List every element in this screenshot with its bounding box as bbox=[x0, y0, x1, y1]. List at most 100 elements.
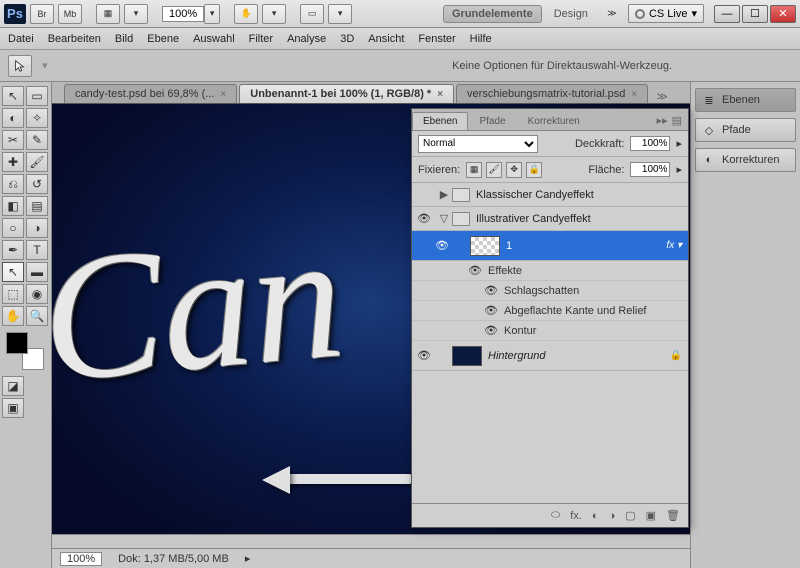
visibility-icon[interactable]: 👁 bbox=[412, 212, 436, 225]
layer-hintergrund[interactable]: 👁 Hintergrund 🔒 bbox=[412, 341, 688, 371]
lock-transparency-icon[interactable]: ▦ bbox=[466, 162, 482, 178]
layers-panel[interactable]: Ebenen Pfade Korrekturen ▸▸▤ Normal Deck… bbox=[411, 108, 689, 528]
visibility-icon[interactable]: 👁 bbox=[484, 284, 498, 297]
status-zoom[interactable]: 100% bbox=[60, 552, 102, 566]
window-close[interactable]: ✕ bbox=[770, 5, 796, 23]
effect-schlagschatten[interactable]: 👁Schlagschatten bbox=[412, 281, 688, 301]
effects-header[interactable]: 👁Effekte bbox=[412, 261, 688, 281]
menu-bild[interactable]: Bild bbox=[115, 33, 133, 45]
delete-layer-icon[interactable]: 🗑 bbox=[666, 509, 680, 522]
link-layers-icon[interactable]: ⬭ bbox=[551, 509, 560, 522]
lock-position-icon[interactable]: ✥ bbox=[506, 162, 522, 178]
window-maximize[interactable]: ☐ bbox=[742, 5, 768, 23]
window-minimize[interactable]: — bbox=[714, 5, 740, 23]
view-dropdown[interactable]: ▾ bbox=[124, 4, 148, 24]
menu-ebene[interactable]: Ebene bbox=[147, 33, 179, 45]
bridge-button[interactable]: Br bbox=[30, 4, 54, 24]
close-icon[interactable]: × bbox=[437, 89, 443, 100]
horizontal-scrollbar[interactable] bbox=[52, 534, 690, 548]
layers-tab[interactable]: Ebenen bbox=[412, 112, 468, 130]
workspace-design[interactable]: Design bbox=[546, 6, 596, 22]
menu-ansicht[interactable]: Ansicht bbox=[368, 33, 404, 45]
zoom-display[interactable]: 100% bbox=[162, 6, 204, 22]
tab-verschiebungsmatrix[interactable]: verschiebungsmatrix-tutorial.psd× bbox=[456, 84, 648, 103]
zoom-dropdown[interactable]: ▾ bbox=[204, 4, 220, 24]
camera-tool[interactable]: ◉ bbox=[26, 284, 48, 304]
fill-input[interactable] bbox=[630, 162, 670, 177]
fx-badge[interactable]: fx ▾ bbox=[666, 240, 682, 251]
layer-thumbnail[interactable] bbox=[452, 346, 482, 366]
foreground-color[interactable] bbox=[6, 332, 28, 354]
close-icon[interactable]: × bbox=[631, 89, 637, 100]
blur-tool[interactable]: ○ bbox=[2, 218, 24, 238]
status-dropdown-icon[interactable]: ▸ bbox=[245, 552, 251, 565]
layer-1[interactable]: 👁 1 fx ▾ bbox=[412, 231, 688, 261]
screenmode-tool[interactable]: ▣ bbox=[2, 398, 24, 418]
menu-datei[interactable]: Datei bbox=[8, 33, 34, 45]
layer-fx-icon[interactable]: fx. bbox=[570, 510, 582, 522]
panel-ebenen-button[interactable]: ≣ Ebenen bbox=[695, 88, 796, 112]
visibility-icon[interactable]: 👁 bbox=[430, 239, 454, 252]
visibility-icon[interactable]: 👁 bbox=[468, 264, 482, 277]
cslive-button[interactable]: CS Live ▾ bbox=[628, 4, 704, 23]
gradient-tool[interactable]: ▤ bbox=[26, 196, 48, 216]
panel-pfade-button[interactable]: ◇ Pfade bbox=[695, 118, 796, 142]
menu-fenster[interactable]: Fenster bbox=[418, 33, 455, 45]
brush-tool[interactable]: 🖌 bbox=[26, 152, 48, 172]
visibility-icon[interactable]: 👁 bbox=[484, 304, 498, 317]
quickmask-tool[interactable]: ◪ bbox=[2, 376, 24, 396]
lock-all-icon[interactable]: 🔒 bbox=[526, 162, 542, 178]
zoom-tool[interactable]: 🔍 bbox=[26, 306, 48, 326]
adjustments-tab[interactable]: Korrekturen bbox=[517, 112, 591, 130]
adjustment-layer-icon[interactable]: ◑ bbox=[609, 510, 616, 522]
dodge-tool[interactable]: ◑ bbox=[26, 218, 48, 238]
expand-icon[interactable]: ▽ bbox=[436, 212, 452, 225]
panel-menu-icon[interactable]: ▤ bbox=[672, 114, 682, 127]
crop-tool[interactable]: ✂ bbox=[2, 130, 24, 150]
layer-group-illustrativ[interactable]: 👁 ▽ Illustrativer Candyeffekt bbox=[412, 207, 688, 231]
menu-filter[interactable]: Filter bbox=[249, 33, 273, 45]
shape-tool[interactable]: ▬ bbox=[26, 262, 48, 282]
paths-tab[interactable]: Pfade bbox=[468, 112, 516, 130]
marquee-tool[interactable]: ▭ bbox=[26, 86, 48, 106]
panel-korrekturen-button[interactable]: ◐ Korrekturen bbox=[695, 148, 796, 172]
layer-mask-icon[interactable]: ◐ bbox=[592, 510, 599, 522]
panel-collapse-icon[interactable]: ▸▸ bbox=[657, 114, 668, 127]
tab-overflow[interactable]: ≫ bbox=[656, 90, 668, 103]
minibridge-button[interactable]: Mb bbox=[58, 4, 82, 24]
history-brush-tool[interactable]: ↺ bbox=[26, 174, 48, 194]
pen-tool[interactable]: ✒ bbox=[2, 240, 24, 260]
screen-mode-dropdown[interactable]: ▾ bbox=[328, 4, 352, 24]
menu-hilfe[interactable]: Hilfe bbox=[470, 33, 492, 45]
type-tool[interactable]: T bbox=[26, 240, 48, 260]
fill-slider-icon[interactable]: ▸ bbox=[676, 163, 682, 176]
effect-kontur[interactable]: 👁Kontur bbox=[412, 321, 688, 341]
lasso-tool[interactable]: ◐ bbox=[2, 108, 24, 128]
menu-analyse[interactable]: Analyse bbox=[287, 33, 326, 45]
eraser-tool[interactable]: ◧ bbox=[2, 196, 24, 216]
layer-thumbnail[interactable] bbox=[470, 236, 500, 256]
eyedropper-tool[interactable]: ✎ bbox=[26, 130, 48, 150]
blend-mode-select[interactable]: Normal bbox=[418, 135, 538, 153]
tab-candy-test[interactable]: candy-test.psd bei 69,8% (...× bbox=[64, 84, 237, 103]
workspace-more[interactable]: ≫ bbox=[600, 4, 624, 24]
tab-unbenannt[interactable]: Unbenannt-1 bei 100% (1, RGB/8) *× bbox=[239, 84, 454, 103]
new-layer-icon[interactable]: ▣ bbox=[646, 509, 656, 522]
3d-tool[interactable]: ⬚ bbox=[2, 284, 24, 304]
new-group-icon[interactable]: ▢ bbox=[625, 509, 635, 522]
move-tool[interactable]: ↖ bbox=[2, 86, 24, 106]
close-icon[interactable]: × bbox=[220, 89, 226, 100]
hand-tool-button[interactable]: ✋ bbox=[234, 4, 258, 24]
workspace-essentials[interactable]: Grundelemente bbox=[443, 5, 542, 23]
hand-tool[interactable]: ✋ bbox=[2, 306, 24, 326]
direct-selection-tool[interactable]: ↖ bbox=[2, 262, 24, 282]
visibility-icon[interactable]: 👁 bbox=[484, 324, 498, 337]
wand-tool[interactable]: ✧ bbox=[26, 108, 48, 128]
effect-abgeflachte[interactable]: 👁Abgeflachte Kante und Relief bbox=[412, 301, 688, 321]
layer-group-klassisch[interactable]: ▶ Klassischer Candyeffekt bbox=[412, 183, 688, 207]
view-extras-button[interactable]: ▦ bbox=[96, 4, 120, 24]
direct-selection-tool-icon[interactable] bbox=[8, 55, 32, 77]
menu-auswahl[interactable]: Auswahl bbox=[193, 33, 235, 45]
opacity-input[interactable] bbox=[630, 136, 670, 151]
lock-pixels-icon[interactable]: 🖌 bbox=[486, 162, 502, 178]
